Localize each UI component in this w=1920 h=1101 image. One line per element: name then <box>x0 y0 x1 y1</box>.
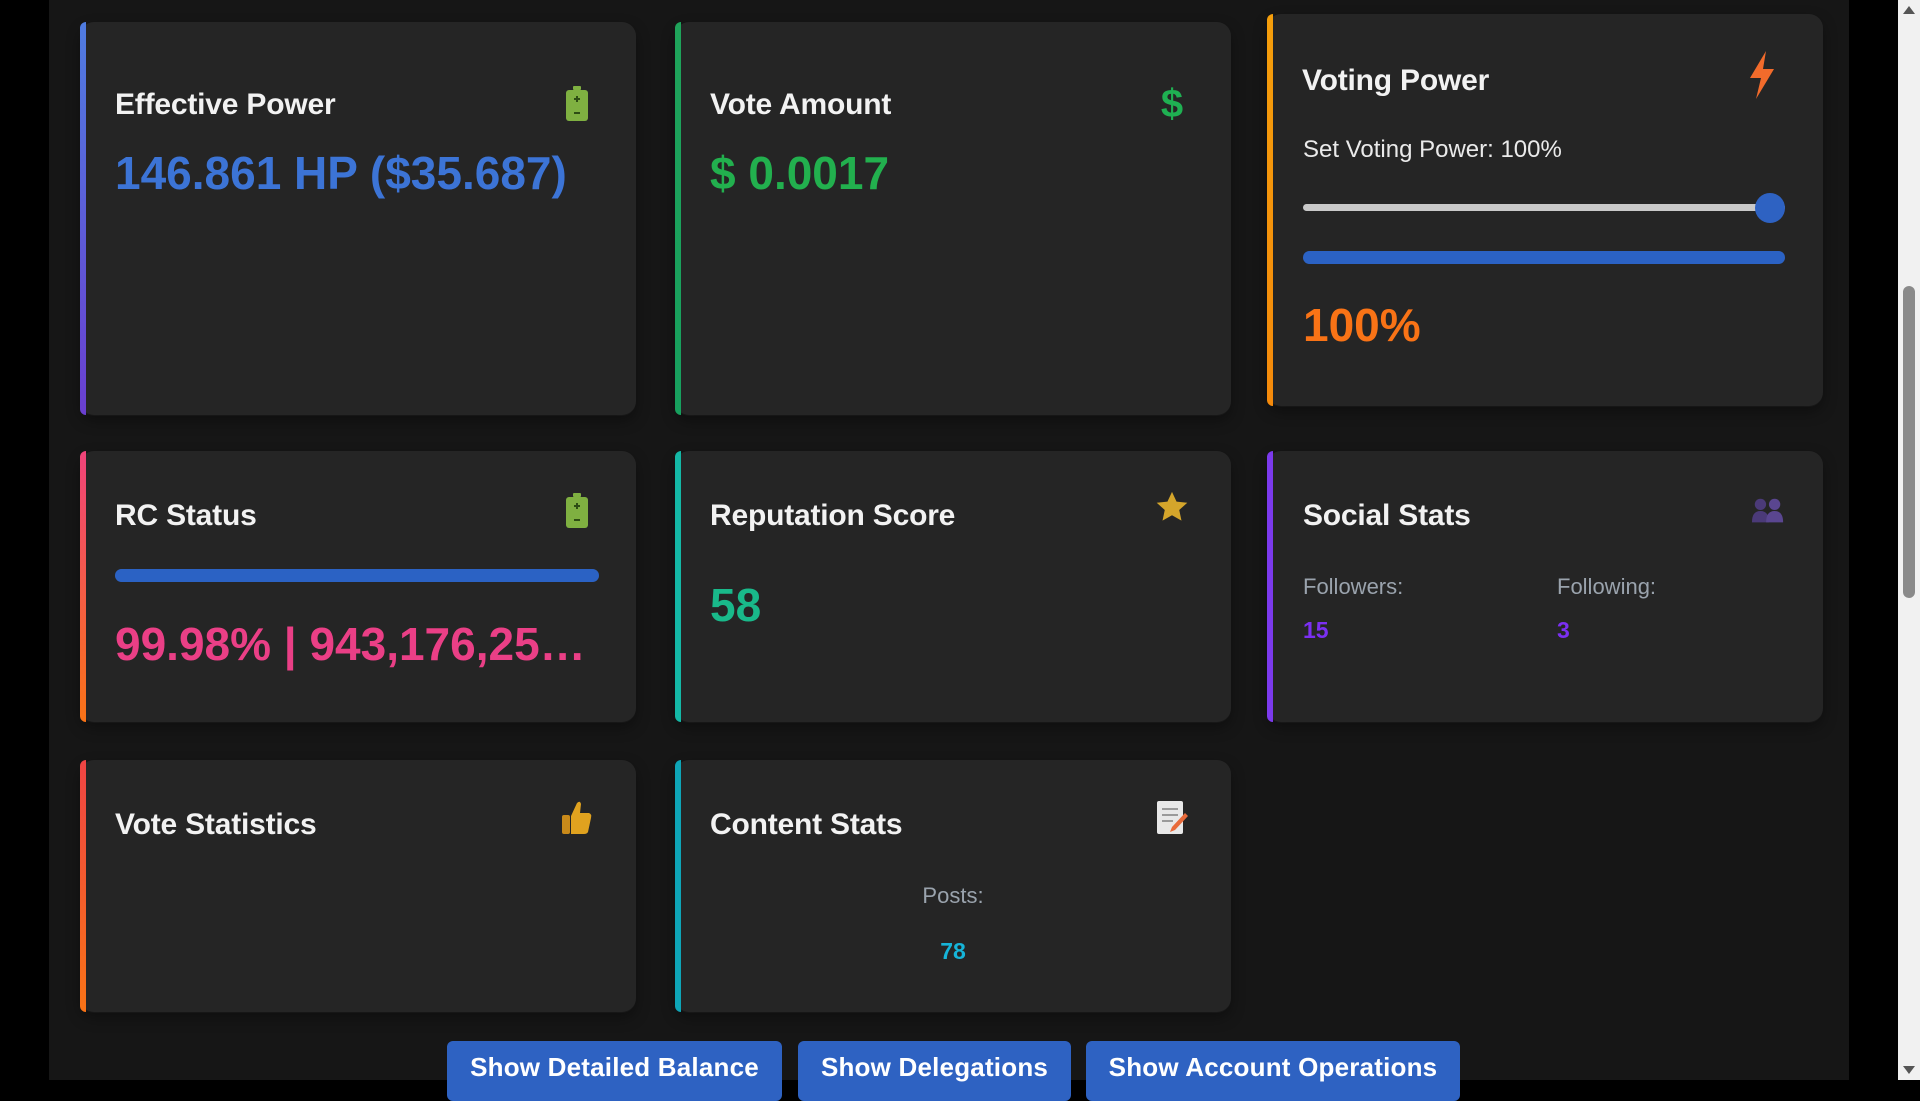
card-title: Voting Power <box>1302 64 1490 97</box>
people-icon <box>1751 491 1785 531</box>
scroll-up-arrow-icon[interactable] <box>1898 2 1920 18</box>
posts-label: Posts: <box>922 883 984 908</box>
reputation-card: Reputation Score 58 <box>675 451 1231 722</box>
card-title: Vote Amount <box>710 88 892 121</box>
rc-status-value: 99.98% | 943,176,25… <box>115 618 586 670</box>
card-accent <box>675 451 681 722</box>
battery-icon <box>560 491 594 531</box>
voting-power-bar <box>1303 251 1785 264</box>
card-accent <box>675 22 681 415</box>
followers-value: 15 <box>1303 617 1329 643</box>
effective-power-value: 146.861 HP ($35.687) <box>115 147 567 199</box>
card-accent <box>1267 451 1273 722</box>
vote-amount-value: $ 0.0017 <box>710 147 890 199</box>
show-delegations-button[interactable]: Show Delegations <box>798 1041 1071 1101</box>
card-title: Vote Statistics <box>115 808 317 841</box>
slider-track <box>1303 204 1785 211</box>
dashboard: Effective Power 146.861 HP ($35.687) Vot… <box>49 0 1849 1101</box>
card-title: Content Stats <box>710 808 903 841</box>
scrollbar-thumb[interactable] <box>1903 286 1915 598</box>
rc-status-card: RC Status 99.98% | 943,176,25… <box>80 451 636 722</box>
show-account-operations-button[interactable]: Show Account Operations <box>1086 1041 1460 1101</box>
thumbs-up-icon <box>560 798 594 838</box>
card-accent <box>80 22 86 415</box>
vote-statistics-card: Vote Statistics <box>80 760 636 1012</box>
page-scrollbar[interactable] <box>1898 0 1920 1080</box>
card-title: Reputation Score <box>710 499 956 532</box>
content-stats-card: Content Stats Posts: 78 <box>675 760 1231 1012</box>
star-icon <box>1155 487 1189 527</box>
card-accent <box>80 451 86 722</box>
card-title: Social Stats <box>1303 499 1471 532</box>
memo-icon <box>1155 798 1189 838</box>
reputation-value: 58 <box>710 579 762 631</box>
vote-amount-card: Vote Amount $ $ 0.0017 <box>675 22 1231 415</box>
rc-progress-fill <box>115 569 599 582</box>
posts-value: 78 <box>940 938 966 964</box>
card-title: Effective Power <box>115 88 336 121</box>
scroll-down-arrow-icon[interactable] <box>1898 1062 1920 1078</box>
battery-icon <box>560 84 594 124</box>
card-accent <box>80 760 86 1012</box>
card-title: RC Status <box>115 499 257 532</box>
voting-power-bar-fill <box>1303 251 1785 264</box>
card-accent <box>1267 14 1273 406</box>
following-label: Following: <box>1557 574 1657 599</box>
action-bar: Show Detailed Balance Show Delegations S… <box>49 1041 1849 1101</box>
social-stats-card: Social Stats Followers: 15 Following: 3 <box>1267 451 1823 722</box>
voting-power-card: Voting Power Set Voting Power: 100% 100% <box>1267 14 1823 406</box>
dollar-icon: $ <box>1160 81 1184 126</box>
following-value: 3 <box>1557 617 1570 643</box>
voting-power-value: 100% <box>1303 299 1421 351</box>
rc-progress-bar <box>115 569 599 582</box>
voting-power-slider-label: Set Voting Power: 100% <box>1303 136 1562 163</box>
lightning-icon <box>1745 50 1779 100</box>
followers-label: Followers: <box>1303 574 1404 599</box>
voting-power-slider[interactable] <box>1303 193 1785 223</box>
effective-power-card: Effective Power 146.861 HP ($35.687) <box>80 22 636 415</box>
show-detailed-balance-button[interactable]: Show Detailed Balance <box>447 1041 782 1101</box>
slider-thumb[interactable] <box>1755 193 1785 223</box>
